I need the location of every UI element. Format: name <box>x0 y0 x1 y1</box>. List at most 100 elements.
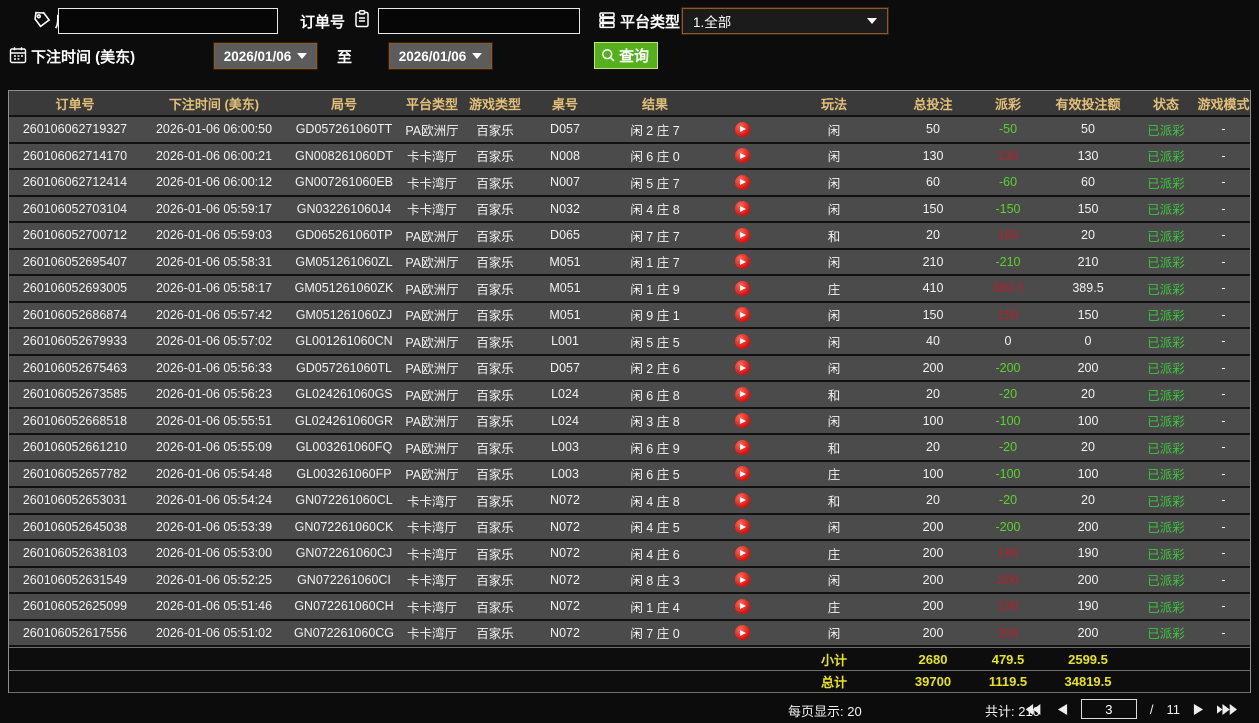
round-no-input[interactable] <box>58 8 278 34</box>
play-video-button[interactable] <box>734 227 750 243</box>
cell-table-no: M051 <box>549 254 581 269</box>
cell-payout: 190 <box>997 599 1019 614</box>
cell-order-id: 260106062712414 <box>22 175 128 190</box>
cell-result: 闲 6 庄 5 <box>630 468 680 483</box>
col-header-round-id: 局号 <box>330 96 357 112</box>
last-page-button[interactable] <box>1217 703 1237 716</box>
calendar-icon <box>8 45 28 65</box>
play-video-button[interactable] <box>734 280 750 296</box>
cell-video <box>707 254 777 270</box>
cell-bet-time: 2026-01-06 05:51:46 <box>155 599 273 614</box>
table-row: 260106052617556 2026-01-06 05:51:02 GN07… <box>9 620 1250 647</box>
cell-play-type: 庄 <box>827 547 841 562</box>
cell-platform: 卡卡湾厅 <box>406 600 457 615</box>
table-row: 260106062712414 2026-01-06 06:00:12 GN00… <box>9 170 1250 197</box>
play-video-button[interactable] <box>734 625 750 641</box>
cell-status: 已派彩 <box>1147 521 1185 536</box>
chevron-down-icon <box>867 18 877 24</box>
platform-type-select[interactable]: 1.全部 <box>682 8 888 34</box>
cell-payout: 200 <box>997 572 1019 587</box>
cell-result: 闲 3 庄 8 <box>630 415 680 430</box>
cell-video <box>707 201 777 217</box>
cell-total-bet: 150 <box>922 201 944 216</box>
cell-payout: -60 <box>998 175 1018 190</box>
play-video-button[interactable] <box>734 413 750 429</box>
play-video-button[interactable] <box>734 386 750 402</box>
play-icon <box>740 391 746 398</box>
cell-game-mode: - <box>1221 625 1226 640</box>
first-page-button[interactable] <box>1024 703 1044 716</box>
table-body: 260106062719327 2026-01-06 06:00:50 GD05… <box>9 117 1250 647</box>
play-video-button[interactable] <box>734 598 750 614</box>
cell-bet-time: 2026-01-06 05:57:02 <box>155 334 273 349</box>
play-video-button[interactable] <box>734 545 750 561</box>
cell-play-type: 闲 <box>827 627 841 642</box>
play-video-button[interactable] <box>734 492 750 508</box>
cell-round-id: GD065261060TP <box>295 228 393 243</box>
cell-status: 已派彩 <box>1147 494 1185 509</box>
play-video-button[interactable] <box>734 333 750 349</box>
cell-table-no: L001 <box>551 334 579 349</box>
cell-video <box>707 545 777 561</box>
date-to-select[interactable]: 2026/01/06 <box>389 43 492 69</box>
cell-bet-time: 2026-01-06 05:54:24 <box>155 493 273 508</box>
col-header-platform: 平台类型 <box>405 96 458 112</box>
cell-video <box>707 227 777 243</box>
play-video-button[interactable] <box>734 254 750 270</box>
cell-bet-time: 2026-01-06 05:58:17 <box>155 281 273 296</box>
cell-valid-bet: 190 <box>1077 599 1099 614</box>
next-page-button[interactable] <box>1193 703 1204 716</box>
cell-table-no: D065 <box>550 228 580 243</box>
date-from-select[interactable]: 2026/01/06 <box>214 43 317 69</box>
cell-game-type: 百家乐 <box>476 176 514 191</box>
cell-round-id: GN008261060DT <box>295 148 393 163</box>
cell-platform: PA欧洲厅 <box>405 309 459 324</box>
play-video-button[interactable] <box>734 572 750 588</box>
play-video-button[interactable] <box>734 466 750 482</box>
cell-game-mode: - <box>1221 281 1226 296</box>
cell-status: 已派彩 <box>1147 600 1185 615</box>
play-video-button[interactable] <box>734 201 750 217</box>
cell-valid-bet: 210 <box>1077 254 1099 269</box>
play-icon <box>740 285 746 292</box>
cell-result: 闲 4 庄 5 <box>630 521 680 536</box>
cell-round-id: GM051261060ZJ <box>295 307 393 322</box>
cell-status: 已派彩 <box>1147 627 1185 642</box>
pager-controls: / 11 <box>1024 699 1237 719</box>
cell-valid-bet: 20 <box>1081 228 1095 243</box>
play-video-button[interactable] <box>734 360 750 376</box>
cell-payout: -150 <box>995 201 1021 216</box>
play-icon <box>740 417 746 424</box>
play-video-button[interactable] <box>734 307 750 323</box>
cell-order-id: 260106052645038 <box>22 519 128 534</box>
play-video-button[interactable] <box>734 519 750 535</box>
search-button[interactable]: 查询 <box>594 42 659 69</box>
cell-order-id: 260106052673585 <box>22 387 128 402</box>
cell-status: 已派彩 <box>1147 547 1185 562</box>
play-icon <box>740 603 746 610</box>
cell-bet-time: 2026-01-06 05:59:17 <box>155 201 273 216</box>
grand-total-total-bet: 39700 <box>914 674 952 689</box>
cell-platform: PA欧洲厅 <box>405 256 459 271</box>
col-header-result: 结果 <box>641 96 668 112</box>
cell-video <box>707 598 777 614</box>
table-row: 260106052661210 2026-01-06 05:55:09 GL00… <box>9 435 1250 462</box>
cell-valid-bet: 200 <box>1077 519 1099 534</box>
page-input[interactable] <box>1080 699 1137 719</box>
cell-game-mode: - <box>1221 148 1226 163</box>
prev-page-button[interactable] <box>1057 703 1068 716</box>
date-range-to-label: 至 <box>337 49 353 66</box>
cell-platform: 卡卡湾厅 <box>406 547 457 562</box>
play-video-button[interactable] <box>734 121 750 137</box>
order-no-input[interactable] <box>378 8 580 34</box>
cell-game-mode: - <box>1221 466 1226 481</box>
cell-game-mode: - <box>1221 413 1226 428</box>
cell-status: 已派彩 <box>1147 282 1185 297</box>
cell-game-type: 百家乐 <box>476 229 514 244</box>
cell-platform: 卡卡湾厅 <box>406 203 457 218</box>
play-video-button[interactable] <box>734 148 750 164</box>
play-video-button[interactable] <box>734 174 750 190</box>
play-video-button[interactable] <box>734 439 750 455</box>
cell-video <box>707 174 777 190</box>
cell-play-type: 庄 <box>827 600 841 615</box>
